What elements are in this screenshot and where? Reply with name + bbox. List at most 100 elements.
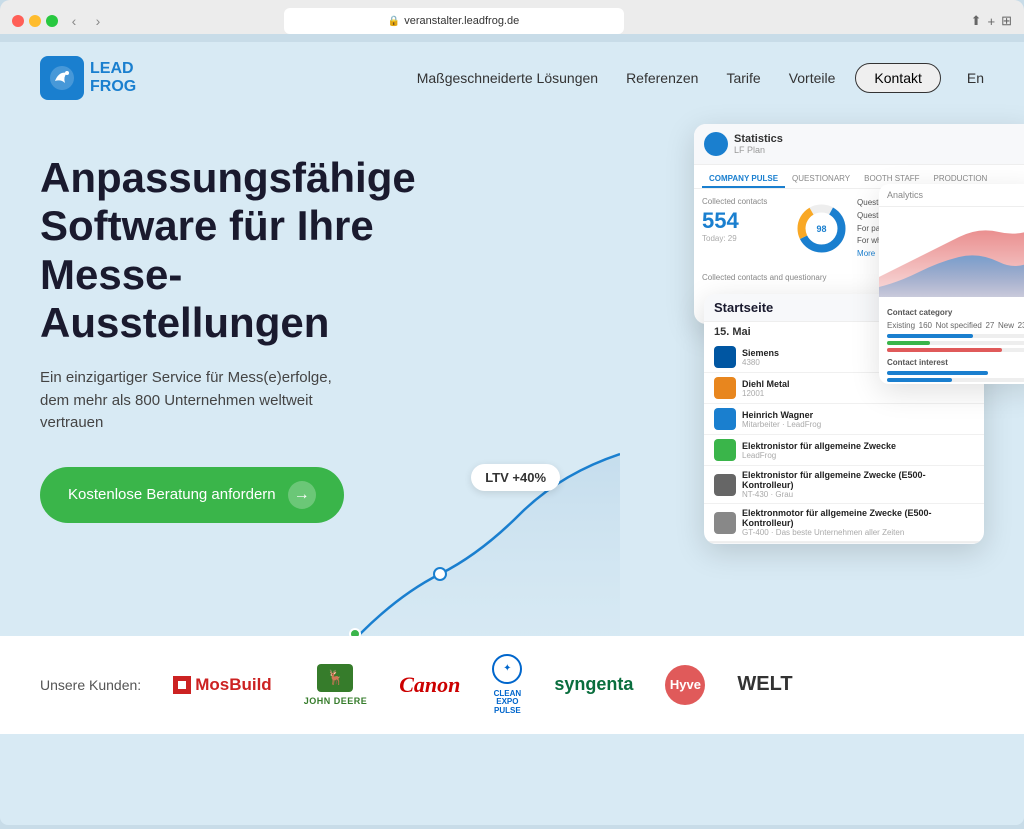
existing-count: 160: [919, 321, 932, 330]
contact-category-stats: Existing 160 Not specified 27 New 230: [887, 321, 1024, 330]
area-chart-svg: [879, 207, 1024, 297]
mosbuild-text: MosBuild: [195, 675, 272, 695]
company-name-2: Heinrich Wagner: [742, 410, 821, 420]
company-logo-4: [714, 474, 736, 496]
nav-links: Maßgeschneiderte Lösungen Referenzen Tar…: [417, 70, 836, 86]
hero-title: Anpassungsfähige Software für Ihre Messe…: [40, 154, 470, 347]
customers-label: Unsere Kunden:: [40, 677, 141, 693]
customer-syngenta: syngenta: [554, 674, 633, 695]
mosbuild-icon: [173, 676, 191, 694]
not-specified-count: 27: [985, 321, 994, 330]
company-logo-3: [714, 439, 736, 461]
customer-mosbuild: MosBuild: [173, 675, 272, 695]
not-specified-label: Not specified: [936, 321, 982, 330]
bar-not-specified-fill: [887, 341, 930, 345]
company-sub-4: NT-430 · Grau: [742, 490, 974, 499]
interest-bar-2: [887, 378, 1024, 382]
clean-expo-text: CLEANEXPOPULSE: [494, 690, 522, 716]
company-name-3: Elektronistor für allgemeine Zwecke: [742, 441, 896, 451]
minimize-button[interactable]: [29, 15, 41, 27]
nav-link-vorteile[interactable]: Vorteile: [789, 70, 836, 86]
customers-bar: Unsere Kunden: MosBuild 🦌 JOHN DEERE Can…: [0, 636, 1024, 734]
dash-donut-area: 98: [794, 197, 849, 261]
area-chart-card: Analytics: [879, 184, 1024, 384]
bar-existing: [887, 334, 1024, 338]
svg-text:98: 98: [817, 224, 827, 234]
company-sub-5: GT-400 · Das beste Unternehmen aller Zei…: [742, 528, 974, 537]
dash-subtitle: LF Plan: [734, 145, 783, 155]
hyve-text: Hyve: [670, 677, 701, 692]
dash-header: Statistics LF Plan: [694, 124, 1024, 165]
bar-existing-fill: [887, 334, 973, 338]
customer-canon: Canon: [399, 672, 460, 698]
nav-link-losungen[interactable]: Maßgeschneiderte Lösungen: [417, 70, 598, 86]
dashboard-screenshots: Statistics LF Plan COMPANY PULSE QUESTIO…: [644, 124, 1024, 564]
company-row-2[interactable]: Heinrich Wagner Mitarbeiter · LeadFrog: [704, 404, 984, 435]
customer-john-deere: 🦌 JOHN DEERE: [304, 664, 368, 706]
mosbuild-icon-inner: [178, 681, 186, 689]
back-button[interactable]: ‹: [66, 13, 82, 29]
company-name-5: Elektronmotor für allgemeine Zwecke (E50…: [742, 508, 974, 528]
address-bar[interactable]: 🔒 veranstalter.leadfrog.de: [284, 8, 624, 34]
language-selector[interactable]: En: [967, 70, 984, 86]
bar-not-specified: [887, 341, 1024, 345]
contact-category: Contact category Existing 160 Not specif…: [879, 302, 1024, 384]
company-info-1: Diehl Metal 12001: [742, 379, 790, 398]
share-icon[interactable]: ⬆: [971, 13, 982, 29]
dash-mobile-title: Startseite: [714, 300, 773, 315]
dash-title: Statistics: [734, 133, 783, 145]
tabs-icon[interactable]: ⊞: [1001, 13, 1012, 29]
contact-interest-label: Contact interest: [887, 358, 1024, 367]
interest-bar-2-fill: [887, 378, 952, 382]
maximize-button[interactable]: [46, 15, 58, 27]
dash-contacts-block: Collected contacts 554 Today: 29: [702, 197, 786, 261]
close-button[interactable]: [12, 15, 24, 27]
company-logo-5: [714, 512, 736, 534]
john-deere-logo: 🦌: [317, 664, 353, 692]
syngenta-text: syngenta: [554, 674, 633, 695]
company-name-1: Diehl Metal: [742, 379, 790, 389]
donut-chart: 98: [794, 201, 849, 256]
company-row-5[interactable]: Elektronmotor für allgemeine Zwecke (E50…: [704, 504, 984, 542]
company-info-0: Siemens 4380: [742, 348, 779, 367]
new-tab-icon[interactable]: +: [988, 14, 996, 29]
company-name-4: Elektronistor für allgemeine Zwecke (E50…: [742, 470, 974, 490]
navigation: LEAD FROG Maßgeschneiderte Lösungen Refe…: [0, 42, 1024, 114]
nav-link-referenzen[interactable]: Referenzen: [626, 70, 698, 86]
company-sub-3: LeadFrog: [742, 451, 896, 460]
john-deere-text: JOHN DEERE: [304, 696, 368, 706]
company-info-4: Elektronistor für allgemeine Zwecke (E50…: [742, 470, 974, 499]
ltv-badge: LTV +40%: [471, 464, 560, 491]
lock-icon: 🔒: [388, 16, 400, 27]
dash-date: 15. Mai: [714, 326, 751, 338]
company-row-4[interactable]: Elektronistor für allgemeine Zwecke (E50…: [704, 466, 984, 504]
company-name-0: Siemens: [742, 348, 779, 358]
existing-label: Existing: [887, 321, 915, 330]
new-label: New: [998, 321, 1014, 330]
contact-category-label: Contact category: [887, 308, 1024, 317]
dash-bottom-nav: ⌂ 👤 ☰: [704, 542, 984, 544]
website-container: LEAD FROG Maßgeschneiderte Lösungen Refe…: [0, 42, 1024, 825]
company-logo-1: [714, 377, 736, 399]
nav-link-tarife[interactable]: Tarife: [726, 70, 760, 86]
company-sub-1: 12001: [742, 389, 790, 398]
forward-button[interactable]: ›: [90, 13, 106, 29]
dash-tab-company-pulse[interactable]: COMPANY PULSE: [702, 171, 785, 188]
company-row-3[interactable]: Elektronistor für allgemeine Zwecke Lead…: [704, 435, 984, 466]
dash-contacts-today: Today: 29: [702, 234, 786, 243]
kontakt-button[interactable]: Kontakt: [855, 63, 940, 93]
dash-contacts-label: Collected contacts: [702, 197, 786, 206]
company-sub-0: 4380: [742, 358, 779, 367]
browser-actions: ⬆ + ⊞: [971, 13, 1012, 29]
customer-hyve: Hyve: [665, 665, 705, 705]
interest-bar-1: [887, 371, 988, 375]
customer-clean-expo: ✦ CLEANEXPOPULSE: [492, 654, 522, 716]
area-chart-header: Analytics: [879, 184, 1024, 207]
hyve-logo: Hyve: [665, 665, 705, 705]
dash-tab-questionary[interactable]: QUESTIONARY: [785, 171, 857, 188]
area-chart-content: [879, 207, 1024, 302]
url-text: veranstalter.leadfrog.de: [404, 15, 519, 27]
logo[interactable]: LEAD FROG: [40, 56, 136, 100]
company-info-2: Heinrich Wagner Mitarbeiter · LeadFrog: [742, 410, 821, 429]
dash-avatar: [704, 132, 728, 156]
